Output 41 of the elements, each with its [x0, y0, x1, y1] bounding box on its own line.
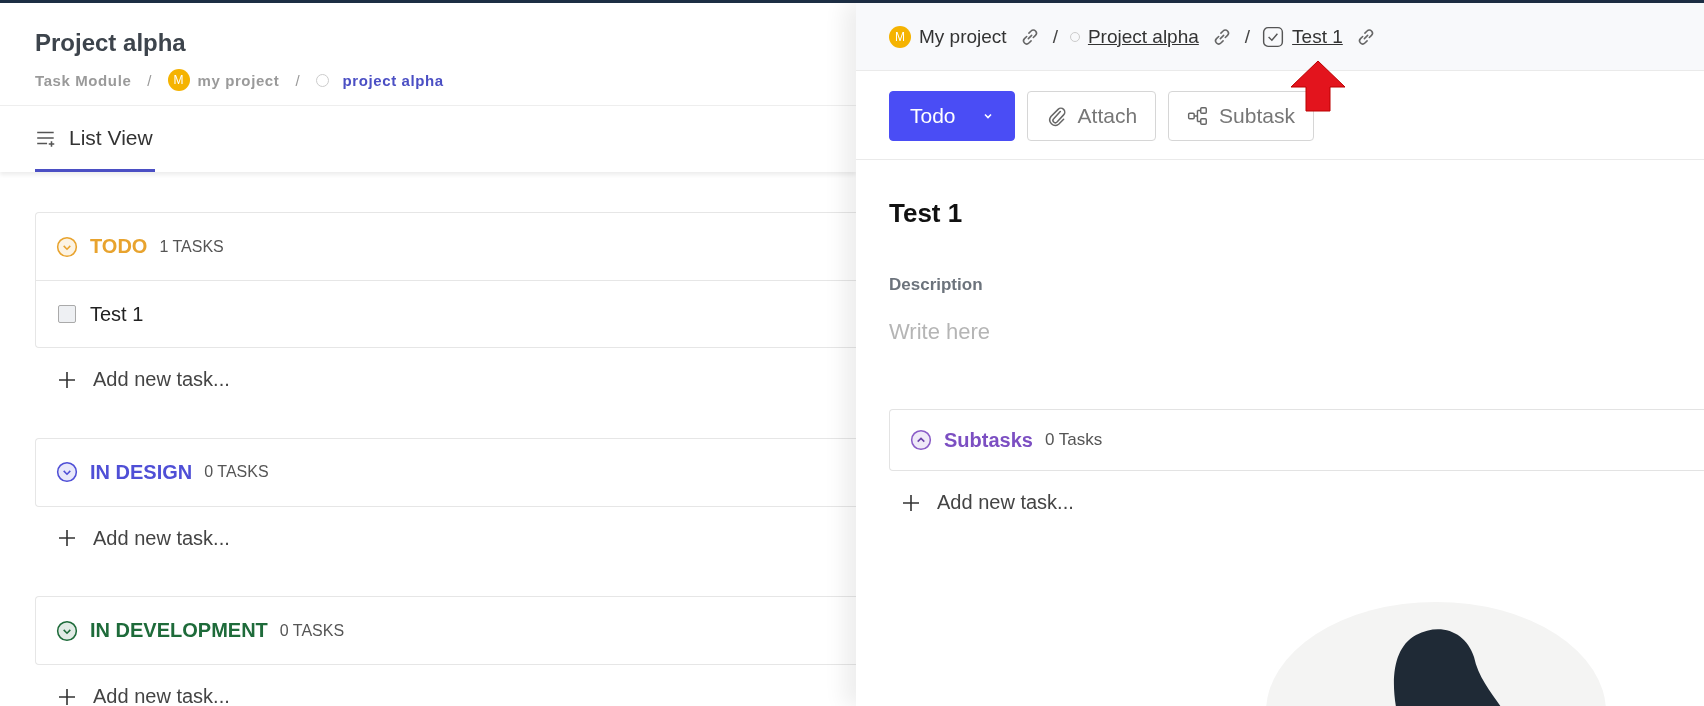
breadcrumb-separator: /: [1244, 25, 1251, 48]
breadcrumb-link[interactable]: Test 1: [1292, 25, 1343, 48]
task-count: 1 TASKS: [159, 237, 224, 256]
breadcrumb-separator: /: [1052, 25, 1058, 48]
hierarchy-icon: [1187, 105, 1210, 127]
task-count: 0 TASKS: [204, 463, 269, 481]
add-task-button[interactable]: Add new task...: [57, 685, 230, 706]
group-title: TODO: [90, 235, 148, 258]
breadcrumb-link[interactable]: My project: [919, 25, 1007, 48]
description-field[interactable]: Write here: [889, 319, 1289, 345]
breadcrumb-link[interactable]: project alpha: [342, 71, 444, 89]
add-task-button[interactable]: Add new task...: [57, 526, 230, 550]
add-task-button[interactable]: Add new task...: [57, 368, 230, 391]
group-title: IN DESIGN: [90, 460, 193, 484]
plus-icon: [57, 528, 77, 548]
page-title: Project alpha: [35, 29, 187, 57]
task-title: Test 1: [889, 198, 964, 229]
group-title: IN DEVELOPMENT: [90, 619, 268, 642]
task-count: 0 TASKS: [279, 621, 345, 640]
plus-icon: [57, 369, 77, 390]
subtasks-title: Subtasks: [944, 428, 1033, 452]
plus-icon: [57, 686, 77, 706]
task-count: 0 Tasks: [1044, 430, 1103, 450]
list-view-tab[interactable]: List View: [35, 106, 155, 172]
avatar-icon: M: [167, 69, 190, 91]
breadcrumb-separator: /: [147, 71, 152, 89]
task-check-icon: [1262, 25, 1285, 48]
plus-icon: [901, 492, 921, 513]
avatar-icon: M: [889, 25, 911, 48]
breadcrumb-separator: /: [295, 71, 300, 89]
collapse-icon[interactable]: [56, 461, 78, 483]
breadcrumb-link[interactable]: Project alpha: [1087, 25, 1199, 48]
collapse-icon[interactable]: [910, 429, 932, 451]
attach-button[interactable]: Attach: [1026, 91, 1157, 141]
status-dropdown-button[interactable]: Todo: [889, 91, 1015, 141]
add-task-button[interactable]: Add new task...: [901, 491, 1074, 514]
subtask-button[interactable]: Subtask: [1168, 91, 1314, 141]
checkbox[interactable]: [58, 305, 76, 323]
task-title[interactable]: Test 1: [90, 302, 144, 326]
description-label: Description: [889, 275, 984, 295]
collapse-icon[interactable]: [56, 619, 78, 642]
